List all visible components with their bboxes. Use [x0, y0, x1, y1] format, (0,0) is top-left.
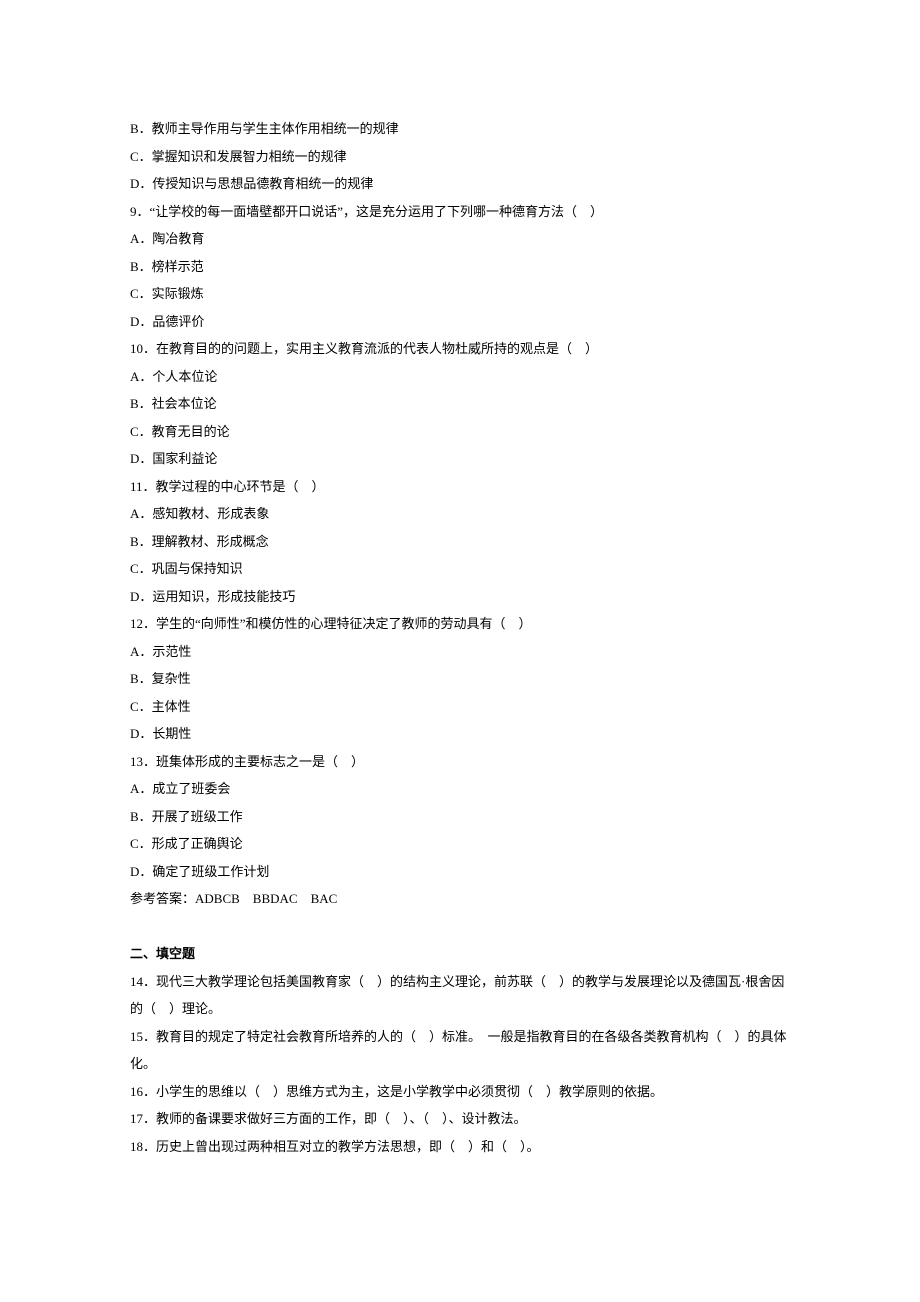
option-text: A．成立了班委会 — [130, 775, 790, 803]
section-header: 二、填空题 — [130, 940, 790, 968]
fill-blank-question: 14．现代三大教学理论包括美国教育家（ ）的结构主义理论，前苏联（ ）的教学与发… — [130, 968, 790, 1023]
fill-blank-question: 16．小学生的思维以（ ）思维方式为主，这是小学教学中必须贯彻（ ）教学原则的依… — [130, 1078, 790, 1106]
option-text: B．开展了班级工作 — [130, 803, 790, 831]
option-text: D．长期性 — [130, 720, 790, 748]
question-text: 11．教学过程的中心环节是（ ） — [130, 473, 790, 501]
fill-blank-question: 17．教师的备课要求做好三方面的工作，即（ ）、（ ）、设计教法。 — [130, 1105, 790, 1133]
option-text: C．巩固与保持知识 — [130, 555, 790, 583]
question-text: 13．班集体形成的主要标志之一是（ ） — [130, 748, 790, 776]
question-text: 12．学生的“向师性”和模仿性的心理特征决定了教师的劳动具有（ ） — [130, 610, 790, 638]
option-text: A．陶冶教育 — [130, 225, 790, 253]
option-text: A．示范性 — [130, 638, 790, 666]
option-text: D．确定了班级工作计划 — [130, 858, 790, 886]
option-text: B．理解教材、形成概念 — [130, 528, 790, 556]
fill-blank-question: 18．历史上曾出现过两种相互对立的教学方法思想，即（ ）和（ ）。 — [130, 1133, 790, 1161]
option-text: D．运用知识，形成技能技巧 — [130, 583, 790, 611]
option-text: C．实际锻炼 — [130, 280, 790, 308]
document-page: B．教师主导作用与学生主体作用相统一的规律 C．掌握知识和发展智力相统一的规律 … — [0, 0, 920, 1302]
option-text: B．复杂性 — [130, 665, 790, 693]
option-text: C．主体性 — [130, 693, 790, 721]
answer-key: 参考答案：ADBCB BBDAC BAC — [130, 885, 790, 913]
option-text: C．形成了正确舆论 — [130, 830, 790, 858]
option-text: A．个人本位论 — [130, 363, 790, 391]
option-text: B．榜样示范 — [130, 253, 790, 281]
option-text: C．教育无目的论 — [130, 418, 790, 446]
option-text: B．教师主导作用与学生主体作用相统一的规律 — [130, 115, 790, 143]
option-text: B．社会本位论 — [130, 390, 790, 418]
option-text: D．国家利益论 — [130, 445, 790, 473]
question-text: 10．在教育目的的问题上，实用主义教育流派的代表人物杜威所持的观点是（ ） — [130, 335, 790, 363]
fill-blank-question: 15．教育目的规定了特定社会教育所培养的人的（ ）标准。 一般是指教育目的在各级… — [130, 1023, 790, 1078]
option-text: C．掌握知识和发展智力相统一的规律 — [130, 143, 790, 171]
question-text: 9．“让学校的每一面墙壁都开口说话”，这是充分运用了下列哪一种德育方法（ ） — [130, 198, 790, 226]
option-text: A．感知教材、形成表象 — [130, 500, 790, 528]
option-text: D．传授知识与思想品德教育相统一的规律 — [130, 170, 790, 198]
option-text: D．品德评价 — [130, 308, 790, 336]
